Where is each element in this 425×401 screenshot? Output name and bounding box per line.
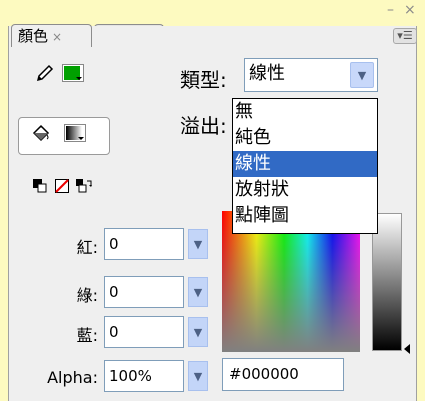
alpha-label: Alpha: [47, 368, 98, 387]
fill-color-swatch[interactable] [64, 124, 86, 142]
blue-dropdown-button[interactable]: ▼ [188, 317, 208, 347]
overflow-label: 溢出: [180, 114, 227, 138]
hex-field[interactable]: #000000 [222, 358, 344, 391]
brightness-handle-icon[interactable] [404, 344, 410, 354]
green-field[interactable]: 0 [104, 276, 184, 308]
tab-color[interactable]: 顏色 × [11, 24, 92, 47]
pencil-icon [35, 63, 55, 83]
chevron-down-icon: ▼ [193, 325, 203, 339]
stroke-color-swatch[interactable] [62, 64, 84, 82]
alpha-field[interactable]: 100% [104, 360, 184, 392]
type-label: 類型: [180, 68, 227, 92]
type-option[interactable]: 點陣圖 [233, 203, 377, 229]
panel-menu-icon[interactable]: ▾☰ [393, 28, 417, 44]
type-dropdown-button[interactable]: ▼ [350, 62, 374, 88]
close-button[interactable]: × [404, 2, 416, 18]
no-color-icon[interactable] [55, 178, 69, 193]
alpha-dropdown-button[interactable]: ▼ [188, 361, 208, 391]
green-dropdown-button[interactable]: ▼ [188, 277, 208, 307]
green-label: 綠: [76, 286, 98, 305]
chevron-down-icon: ▼ [357, 68, 367, 82]
default-colors-icon[interactable] [33, 178, 47, 193]
red-label: 紅: [76, 238, 98, 257]
chevron-down-icon: ▼ [193, 237, 203, 251]
paint-bucket-icon [31, 124, 51, 144]
blue-field[interactable]: 0 [104, 316, 184, 348]
type-dropdown-list: 無 純色 線性 放射狀 點陣圖 [232, 98, 378, 234]
tab-close-icon[interactable]: × [52, 30, 62, 44]
red-dropdown-button[interactable]: ▼ [188, 229, 208, 259]
tab-color-label: 顏色 [18, 27, 49, 45]
type-option[interactable]: 放射狀 [233, 177, 377, 203]
type-option[interactable]: 純色 [233, 125, 377, 151]
chevron-down-icon: ▼ [193, 369, 203, 383]
type-option[interactable]: 線性 [233, 151, 377, 177]
chevron-down-icon: ▼ [193, 285, 203, 299]
blue-label: 藍: [76, 326, 98, 345]
red-field[interactable]: 0 [104, 228, 184, 260]
type-select-value: 線性 [249, 63, 285, 84]
swap-colors-icon[interactable] [76, 178, 92, 193]
minimize-button[interactable]: – [387, 2, 394, 18]
type-option[interactable]: 無 [233, 99, 377, 125]
